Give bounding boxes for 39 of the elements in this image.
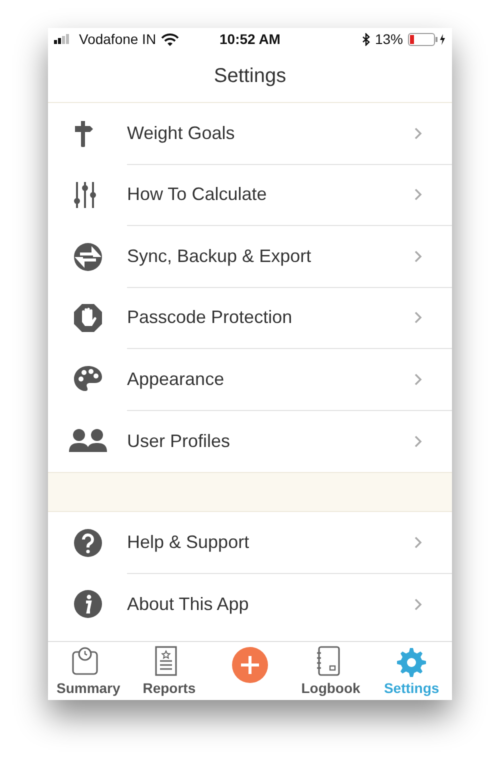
wifi-icon: [161, 32, 180, 46]
chevron-icon: [414, 598, 422, 611]
settings-row[interactable]: Passcode Protection: [48, 288, 452, 349]
carrier-name: Vodafone IN: [79, 31, 156, 47]
battery-icon: [408, 32, 446, 46]
settings-row[interactable]: Weight Goals: [48, 103, 452, 164]
settings-row[interactable]: Appearance: [48, 349, 452, 410]
row-label: About This App: [127, 594, 249, 615]
row-label: Passcode Protection: [127, 307, 292, 328]
row-label: How To Calculate: [127, 184, 267, 206]
settings-row[interactable]: Help & Support: [48, 512, 452, 574]
row-label: Appearance: [127, 368, 224, 390]
row-label: Sync, Backup & Export: [127, 246, 312, 267]
tab-item[interactable]: Reports: [131, 646, 208, 696]
swap-arrows-icon: [72, 242, 102, 272]
add-button[interactable]: [232, 647, 268, 683]
chevron-icon: [414, 372, 422, 386]
bluetooth-icon: [362, 32, 370, 46]
row-label: Help & Support: [127, 532, 250, 553]
row-label: User Profiles: [127, 430, 230, 452]
settings-row[interactable]: Sync, Backup & Export: [48, 226, 452, 288]
chevron-icon: [414, 188, 422, 202]
settings-row[interactable]: How To Calculate: [48, 164, 452, 226]
clock-time: 10:52 AM: [220, 31, 280, 47]
chevron-icon: [414, 250, 422, 263]
chevron-icon: [414, 536, 422, 549]
row-label: Weight Goals: [127, 122, 235, 144]
help-icon: [72, 528, 102, 558]
chevron-icon: [414, 434, 422, 448]
tab-item[interactable]: Logbook: [292, 646, 369, 696]
chevron-icon: [414, 311, 422, 324]
gear-icon: [394, 646, 429, 678]
settings-row[interactable]: User Profiles: [48, 410, 452, 472]
settings-row[interactable]: About This App: [48, 574, 452, 635]
info-icon: [72, 589, 102, 620]
tab-item[interactable]: Summary: [50, 646, 126, 696]
hand-stop-icon: [72, 303, 102, 334]
chevron-icon: [414, 126, 422, 140]
battery-percent: 13%: [374, 31, 403, 47]
